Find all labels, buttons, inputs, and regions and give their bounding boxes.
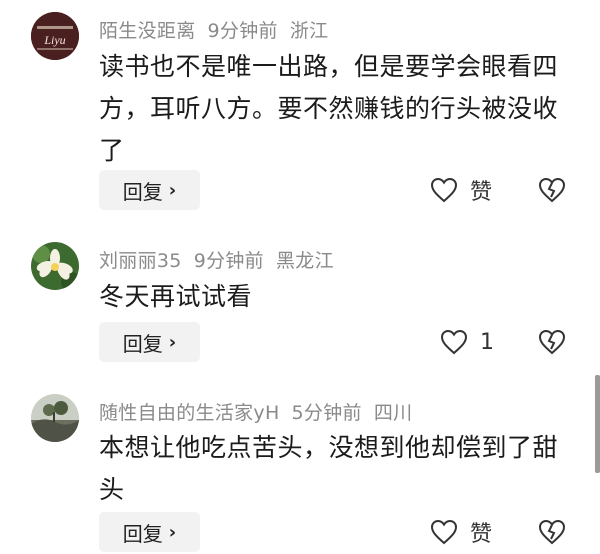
username[interactable]: 随性自由的生活家yH <box>99 402 280 424</box>
timestamp: 5分钟前 <box>291 402 362 424</box>
location: 四川 <box>373 402 413 424</box>
broken-heart-icon[interactable] <box>538 176 566 204</box>
location: 黑龙江 <box>275 250 334 272</box>
reply-button[interactable]: 回复 › <box>99 322 200 362</box>
comment-meta: 随性自由的生活家yH 5分钟前 四川 <box>99 398 424 425</box>
broken-heart-icon[interactable] <box>538 518 566 546</box>
like-label: 赞 <box>470 522 493 547</box>
like-button[interactable]: 赞 <box>430 512 492 552</box>
avatar-image-icon: Liyu <box>31 12 79 60</box>
timestamp: 9分钟前 <box>193 250 264 272</box>
avatar[interactable] <box>31 242 79 290</box>
reply-label: 回复 <box>122 331 163 356</box>
avatar[interactable] <box>31 394 79 442</box>
username[interactable]: 陌生没距离 <box>99 20 196 42</box>
comment-text: 冬天再试试看 <box>99 282 253 311</box>
scrollbar[interactable] <box>595 375 600 473</box>
like-label: 赞 <box>470 180 493 205</box>
chevron-right-icon: › <box>168 521 177 543</box>
svg-text:Liyu: Liyu <box>43 33 65 47</box>
landscape-avatar-icon <box>31 394 79 442</box>
flower-avatar-icon <box>31 242 79 290</box>
comment-meta: 陌生没距离 9分钟前 浙江 <box>99 16 340 43</box>
heart-outline-icon <box>430 177 458 203</box>
reply-label: 回复 <box>122 179 163 204</box>
like-count: 1 <box>480 329 494 355</box>
comment-meta: 刘丽丽35 9分钟前 黑龙江 <box>99 246 346 273</box>
reply-button[interactable]: 回复 › <box>99 170 200 210</box>
like-button[interactable]: 赞 <box>430 170 492 210</box>
chevron-right-icon: › <box>168 331 177 353</box>
broken-heart-icon[interactable] <box>538 328 566 356</box>
avatar[interactable]: Liyu <box>31 12 79 60</box>
username[interactable]: 刘丽丽35 <box>99 250 182 272</box>
comment-text: 读书也不是唯一出路，但是要学会眼看四方，耳听八方。要不然赚钱的行头被没收了 <box>99 52 559 165</box>
comment-text: 本想让他吃点苦头，没想到他却偿到了甜头 <box>99 433 559 504</box>
heart-outline-icon <box>440 329 468 355</box>
reply-label: 回复 <box>122 521 163 546</box>
heart-outline-icon <box>430 519 458 545</box>
chevron-right-icon: › <box>168 179 177 201</box>
timestamp: 9分钟前 <box>207 20 278 42</box>
reply-button[interactable]: 回复 › <box>99 512 200 552</box>
like-button[interactable]: 1 <box>440 322 494 362</box>
location: 浙江 <box>289 20 329 42</box>
